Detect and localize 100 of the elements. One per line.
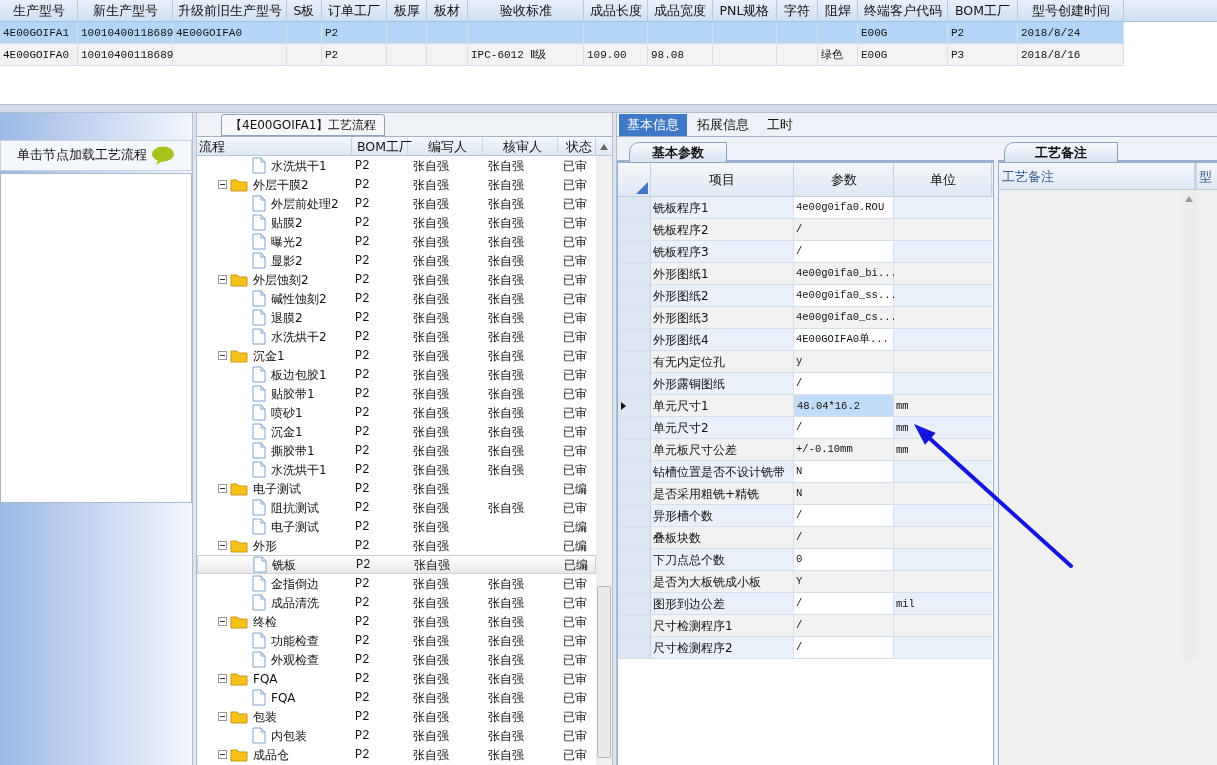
- table-cell[interactable]: /: [794, 527, 894, 548]
- table-cell[interactable]: /: [794, 417, 894, 438]
- table-cell[interactable]: /: [794, 615, 894, 636]
- table-cell[interactable]: /: [794, 593, 894, 614]
- collapse-icon[interactable]: [218, 750, 227, 759]
- tree-row[interactable]: 退膜2 P2 张自强 张自强 已审: [197, 308, 596, 327]
- table-cell[interactable]: Y: [794, 571, 894, 592]
- scroll-thumb[interactable]: [597, 586, 611, 758]
- table-cell[interactable]: 4e00g0ifa0_ss...: [794, 285, 894, 306]
- tab[interactable]: 工时: [759, 114, 801, 136]
- table-cell[interactable]: /: [794, 373, 894, 394]
- column-header[interactable]: 验收标准: [468, 0, 584, 21]
- tree-row[interactable]: FQA P2 张自强 张自强 已审: [197, 688, 596, 707]
- tree-row[interactable]: 阻抗测试 P2 张自强 张自强 已审: [197, 498, 596, 517]
- table-cell[interactable]: 4e00g0ifa0_cs...: [794, 307, 894, 328]
- column-header[interactable]: S板: [287, 0, 322, 21]
- collapse-icon[interactable]: [218, 617, 227, 626]
- tree-row[interactable]: 电子测试 P2 张自强 已编: [197, 517, 596, 536]
- tree-row[interactable]: 贴膜2 P2 张自强 张自强 已审: [197, 213, 596, 232]
- tree-row[interactable]: 外层蚀刻2 P2 张自强 张自强 已审: [197, 270, 596, 289]
- tree-row[interactable]: 沉金1 P2 张自强 张自强 已审: [197, 346, 596, 365]
- column-header[interactable]: 参数: [794, 163, 894, 196]
- column-header[interactable]: BOM工厂: [948, 0, 1018, 21]
- column-header[interactable]: 项目: [651, 163, 794, 196]
- scroll-up-icon[interactable]: [1185, 196, 1193, 202]
- tab[interactable]: 基本信息: [619, 114, 687, 136]
- table-cell[interactable]: /: [794, 637, 894, 658]
- tree-row[interactable]: 撕胶带1 P2 张自强 张自强 已审: [197, 441, 596, 460]
- tree-row[interactable]: 外形 P2 张自强 已编: [197, 536, 596, 555]
- tree-row[interactable]: 外观检查 P2 张自强 张自强 已审: [197, 650, 596, 669]
- column-header[interactable]: 板材: [427, 0, 468, 21]
- column-header[interactable]: 板厚: [387, 0, 427, 21]
- collapse-icon[interactable]: [218, 712, 227, 721]
- tab[interactable]: 拓展信息: [689, 114, 757, 136]
- panel-tab[interactable]: 工艺备注: [1004, 142, 1118, 163]
- column-header[interactable]: 型号创建时间: [1018, 0, 1124, 21]
- tree-row[interactable]: 沉金1 P2 张自强 张自强 已审: [197, 422, 596, 441]
- table-cell[interactable]: +/-0.10mm: [794, 439, 894, 460]
- table-cell[interactable]: y: [794, 351, 894, 372]
- column-header[interactable]: PNL规格: [713, 0, 777, 21]
- tree-row[interactable]: 喷砂1 P2 张自强 张自强 已审: [197, 403, 596, 422]
- splitter-bar[interactable]: [0, 104, 1217, 113]
- table-cell[interactable]: N: [794, 461, 894, 482]
- tree-row[interactable]: 水洗烘干2 P2 张自强 张自强 已审: [197, 327, 596, 346]
- column-header[interactable]: 终端客户代码: [858, 0, 948, 21]
- tree-row[interactable]: 电子测试 P2 张自强 已编: [197, 479, 596, 498]
- column-header[interactable]: 订单工厂: [322, 0, 387, 21]
- table-cell[interactable]: 48.04*16.2: [794, 395, 894, 416]
- panel-tab[interactable]: 基本参数: [629, 142, 727, 163]
- tree-row[interactable]: FQA P2 张自强 张自强 已审: [197, 669, 596, 688]
- column-header[interactable]: 流程: [197, 138, 352, 155]
- table-row[interactable]: 4E00GOIFA1 10010400118689 4E00GOIFA0 P2 E00G P2 2018/8/24: [0, 22, 1124, 44]
- panel-tab[interactable]: 【4E00GOIFA1】工艺流程: [221, 114, 386, 136]
- tree-row[interactable]: 终检 P2 张自强 张自强 已审: [197, 612, 596, 631]
- table-cell[interactable]: 0: [794, 549, 894, 570]
- column-header[interactable]: 成品宽度: [648, 0, 713, 21]
- column-header[interactable]: 成品长度: [584, 0, 648, 21]
- collapse-icon[interactable]: [218, 541, 227, 550]
- collapse-icon[interactable]: [218, 674, 227, 683]
- tree-row[interactable]: 成品清洗 P2 张自强 张自强 已审: [197, 593, 596, 612]
- table-cell[interactable]: /: [794, 241, 894, 262]
- tree-row[interactable]: 铣板 P2 张自强 已编: [197, 555, 596, 574]
- table-cell[interactable]: 4e00g0ifa0_bi...: [794, 263, 894, 284]
- tree-row[interactable]: 金指倒边 P2 张自强 张自强 已审: [197, 574, 596, 593]
- tree-row[interactable]: 贴胶带1 P2 张自强 张自强 已审: [197, 384, 596, 403]
- tree-row[interactable]: 包装 P2 张自强 张自强 已审: [197, 707, 596, 726]
- tree-row[interactable]: 内包装 P2 张自强 张自强 已审: [197, 726, 596, 745]
- tree-row[interactable]: 碱性蚀刻2 P2 张自强 张自强 已审: [197, 289, 596, 308]
- column-header[interactable]: 状态: [558, 138, 596, 155]
- row-header[interactable]: [618, 395, 651, 416]
- scrollbar[interactable]: [596, 156, 612, 765]
- tree-row[interactable]: 外层干膜2 P2 张自强 张自强 已审: [197, 175, 596, 194]
- table-cell[interactable]: /: [794, 505, 894, 526]
- tree-row[interactable]: 功能检查 P2 张自强 张自强 已审: [197, 631, 596, 650]
- table-cell[interactable]: /: [794, 219, 894, 240]
- tree-row[interactable]: 成品仓 P2 张自强 张自强 已审: [197, 745, 596, 764]
- tree-row[interactable]: 水洗烘干1 P2 张自强 张自强 已审: [197, 156, 596, 175]
- table-cell[interactable]: 4e00g0ifa0.ROU: [794, 197, 894, 218]
- scrollbar[interactable]: [1181, 190, 1197, 660]
- column-header[interactable]: 阻焊: [818, 0, 858, 21]
- table-cell[interactable]: 4E00GOIFA0单...: [794, 329, 894, 350]
- table-cell[interactable]: N: [794, 483, 894, 504]
- column-header[interactable]: 生产型号: [0, 0, 78, 21]
- tree-row[interactable]: 板边包胶1 P2 张自强 张自强 已审: [197, 365, 596, 384]
- column-header[interactable]: 型: [1197, 163, 1212, 189]
- column-header[interactable]: 编写人: [408, 138, 483, 155]
- collapse-icon[interactable]: [218, 484, 227, 493]
- table-row[interactable]: 4E00GOIFA0 10010400118689 P2 IPC-6012 Ⅱ级 109.00 98.08 绿色 E00G P3 2018/8/16: [0, 44, 1124, 66]
- collapse-icon[interactable]: [218, 180, 227, 189]
- column-header[interactable]: 单位: [894, 163, 992, 196]
- tree-row[interactable]: 外层前处理2 P2 张自强 张自强 已审: [197, 194, 596, 213]
- column-header[interactable]: 升级前旧生产型号: [173, 0, 287, 21]
- tree-row[interactable]: 水洗烘干1 P2 张自强 张自强 已审: [197, 460, 596, 479]
- collapse-icon[interactable]: [218, 351, 227, 360]
- collapse-icon[interactable]: [218, 275, 227, 284]
- column-header[interactable]: 新生产型号: [78, 0, 173, 21]
- column-header[interactable]: 字符: [777, 0, 818, 21]
- column-header[interactable]: 核审人: [483, 138, 558, 155]
- tree-row[interactable]: 曝光2 P2 张自强 张自强 已审: [197, 232, 596, 251]
- tree-row[interactable]: 显影2 P2 张自强 张自强 已审: [197, 251, 596, 270]
